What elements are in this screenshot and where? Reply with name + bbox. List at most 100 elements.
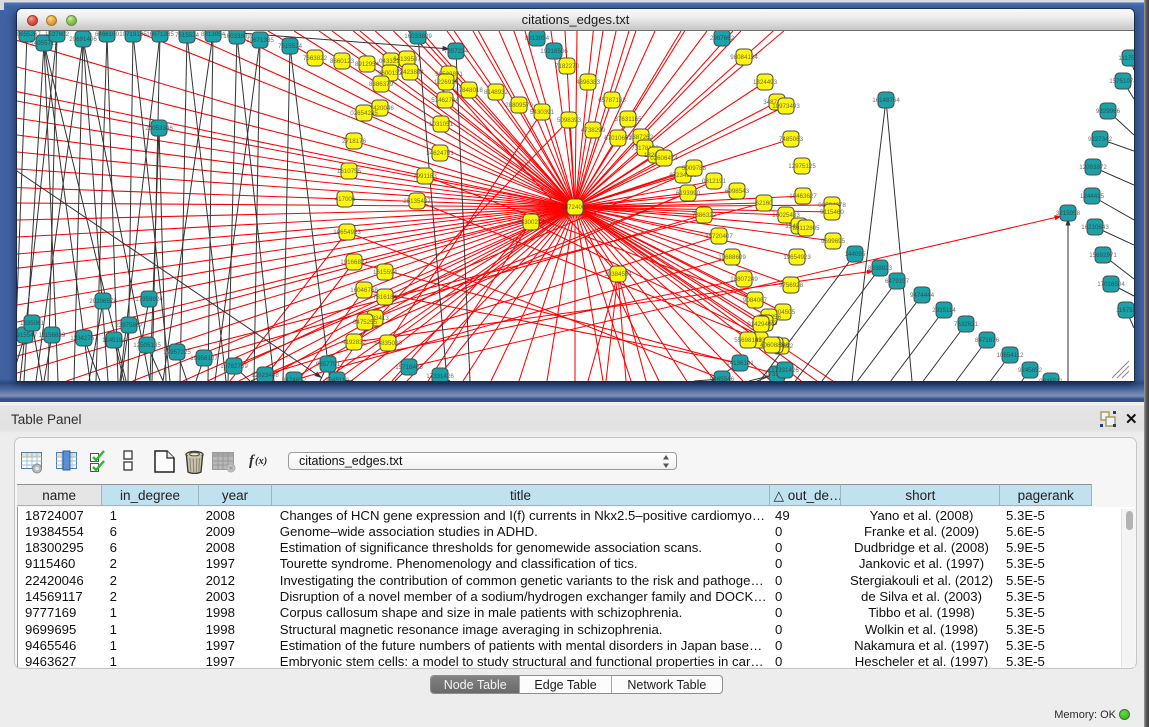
svg-text:0812191: 0812191 xyxy=(702,178,727,185)
svg-text:8386379: 8386379 xyxy=(369,81,394,88)
svg-text:23975867: 23975867 xyxy=(115,322,143,329)
svg-text:19218506: 19218506 xyxy=(540,48,568,55)
svg-text:65787133: 65787133 xyxy=(598,97,626,104)
svg-text:80112805: 80112805 xyxy=(792,225,820,232)
svg-text:7816184: 7816184 xyxy=(373,294,398,301)
svg-text:2718176: 2718176 xyxy=(342,138,367,145)
svg-text:19166827: 19166827 xyxy=(340,259,368,266)
svg-text:19384554: 19384554 xyxy=(604,271,632,278)
svg-text:1835061: 1835061 xyxy=(20,320,45,327)
svg-text:16148764: 16148764 xyxy=(872,97,900,104)
svg-text:9474652: 9474652 xyxy=(282,377,307,381)
svg-text:10719185: 10719185 xyxy=(119,31,147,38)
svg-text:12505135: 12505135 xyxy=(133,342,161,349)
svg-text:16210643: 16210643 xyxy=(1081,224,1109,231)
svg-text:1615594: 1615594 xyxy=(373,269,398,276)
svg-text:64139537: 64139537 xyxy=(393,56,421,63)
svg-text:2935114: 2935114 xyxy=(932,307,956,314)
svg-text:1527602: 1527602 xyxy=(45,31,70,38)
svg-text:17016504: 17016504 xyxy=(1097,281,1125,288)
svg-text:8813054: 8813054 xyxy=(201,31,226,38)
svg-text:4060883: 4060883 xyxy=(760,342,785,349)
svg-text:9699695: 9699695 xyxy=(821,238,846,245)
svg-text:9465546: 9465546 xyxy=(710,376,735,381)
svg-text:16671385: 16671385 xyxy=(146,31,174,38)
svg-text:5009788: 5009788 xyxy=(682,165,707,172)
svg-text:4896383: 4896383 xyxy=(576,79,601,86)
svg-text:7991183: 7991183 xyxy=(413,173,437,180)
svg-text:18724007: 18724007 xyxy=(561,204,589,211)
svg-text:1117544: 1117544 xyxy=(1118,55,1134,62)
svg-text:98084124: 98084124 xyxy=(730,54,758,61)
svg-text:15720407: 15720407 xyxy=(705,233,733,240)
svg-text:17331426: 17331426 xyxy=(771,367,799,374)
svg-text:9245652: 9245652 xyxy=(1018,367,1043,374)
svg-text:51462704: 51462704 xyxy=(431,97,459,104)
svg-text:1031051: 1031051 xyxy=(429,121,454,128)
svg-text:9115460: 9115460 xyxy=(820,209,844,216)
svg-text:10671385: 10671385 xyxy=(246,37,274,44)
svg-text:12093872: 12093872 xyxy=(1079,164,1107,171)
svg-text:64835030: 64835030 xyxy=(374,340,402,347)
svg-text:10973493: 10973493 xyxy=(772,103,800,110)
svg-text:12342757: 12342757 xyxy=(70,335,98,342)
svg-text:9329966: 9329966 xyxy=(1096,108,1121,115)
svg-text:7357224: 7357224 xyxy=(444,48,469,55)
svg-text:8938923: 8938923 xyxy=(868,265,893,272)
svg-text:20206578: 20206578 xyxy=(89,298,117,305)
svg-text:12975125: 12975125 xyxy=(788,163,816,170)
svg-text:19463627: 19463627 xyxy=(789,193,817,200)
svg-text:25135427: 25135427 xyxy=(403,198,431,205)
svg-text:20053346: 20053346 xyxy=(145,125,173,132)
svg-text:7485063: 7485063 xyxy=(779,136,804,143)
svg-text:01429401: 01429401 xyxy=(747,321,775,328)
svg-text:5098393: 5098393 xyxy=(557,117,582,124)
svg-text:9657791: 9657791 xyxy=(316,361,341,368)
svg-text:7515524: 7515524 xyxy=(175,32,200,39)
svg-text:17957225: 17957225 xyxy=(163,349,191,356)
svg-text:62160: 62160 xyxy=(755,200,773,207)
svg-text:16033809: 16033809 xyxy=(404,33,432,40)
svg-text:6193990: 6193990 xyxy=(676,190,701,197)
svg-text:4192832: 4192832 xyxy=(342,339,367,346)
svg-text:72423884: 72423884 xyxy=(396,69,424,76)
svg-text:17359924: 17359924 xyxy=(135,296,163,303)
svg-text:15692971: 15692971 xyxy=(1089,252,1117,259)
svg-text:8148932: 8148932 xyxy=(484,89,509,96)
svg-text:19654923: 19654923 xyxy=(783,254,811,261)
svg-text:16782759: 16782759 xyxy=(220,363,248,370)
svg-text:15751074: 15751074 xyxy=(1109,78,1134,85)
svg-text:9756928: 9756928 xyxy=(779,282,804,289)
svg-text:16046768: 16046768 xyxy=(350,287,378,294)
svg-text:9845511: 9845511 xyxy=(1039,378,1063,381)
svg-text:55698169: 55698169 xyxy=(734,337,762,344)
svg-text:7632621: 7632621 xyxy=(954,321,979,328)
svg-text:19654923: 19654923 xyxy=(333,229,361,236)
svg-text:19958107: 19958107 xyxy=(190,355,218,362)
svg-text:14136141: 14136141 xyxy=(726,360,754,367)
svg-text:144095: 144095 xyxy=(845,251,866,258)
svg-text:5430391: 5430391 xyxy=(530,109,555,116)
svg-text:18807249: 18807249 xyxy=(730,276,758,283)
svg-text:9084067: 9084067 xyxy=(743,297,768,304)
svg-text:(x): (x) xyxy=(255,456,267,467)
svg-text:8660123: 8660123 xyxy=(330,58,355,65)
svg-text:34624751: 34624751 xyxy=(426,150,454,157)
svg-text:20691406: 20691406 xyxy=(69,36,97,43)
svg-text:8813054: 8813054 xyxy=(525,35,550,42)
svg-text:8912954: 8912954 xyxy=(355,61,380,68)
svg-text:02654235: 02654235 xyxy=(350,110,378,117)
svg-text:1610755: 1610755 xyxy=(337,168,362,175)
svg-text:2987662: 2987662 xyxy=(710,35,735,42)
svg-text:23300213: 23300213 xyxy=(517,219,545,226)
svg-text:7663822: 7663822 xyxy=(303,55,328,62)
svg-text:7386322: 7386322 xyxy=(692,212,717,219)
svg-text:6475255: 6475255 xyxy=(353,319,378,326)
svg-text:12923448: 12923448 xyxy=(251,372,279,379)
svg-text:1226916: 1226916 xyxy=(434,79,459,86)
svg-text:7515524: 7515524 xyxy=(278,43,303,50)
svg-text:1145194: 1145194 xyxy=(102,337,126,344)
svg-text:37631165: 37631165 xyxy=(614,116,642,123)
svg-text:6998543: 6998543 xyxy=(725,188,750,195)
svg-text:28809570: 28809570 xyxy=(505,102,533,109)
